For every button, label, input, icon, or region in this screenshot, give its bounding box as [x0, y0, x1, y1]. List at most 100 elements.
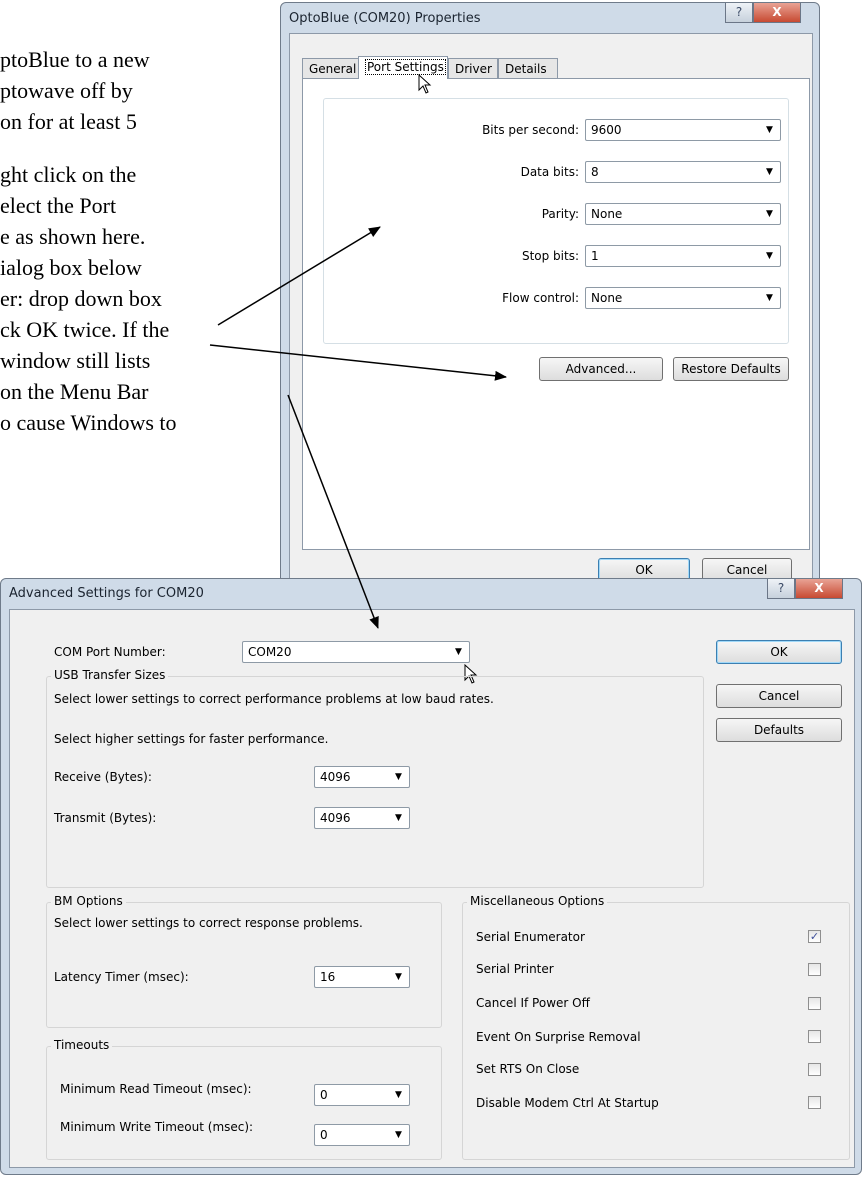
help-button[interactable]: ? — [725, 3, 753, 23]
latency-timer-label: Latency Timer (msec): — [54, 970, 189, 984]
min-write-timeout-dropdown[interactable]: 0 ▼ — [314, 1124, 410, 1146]
set-rts-on-close-checkbox[interactable] — [808, 1063, 821, 1076]
dropdown-value: 1 — [591, 249, 599, 263]
tab-label: Port Settings — [365, 59, 446, 75]
com-port-dropdown[interactable]: COM20 ▼ — [242, 641, 470, 663]
doc-line: window still lists — [0, 348, 151, 373]
cancel-button[interactable]: Cancel — [716, 684, 842, 708]
doc-line: ptowave off by — [0, 78, 133, 103]
close-button[interactable]: X — [795, 579, 843, 599]
receive-label: Receive (Bytes): — [54, 770, 152, 784]
cancel-if-power-off-label: Cancel If Power Off — [476, 996, 590, 1010]
advanced-client: COM Port Number: COM20 ▼ OK Cancel Defau… — [9, 609, 855, 1168]
doc-line: ptoBlue to a new — [0, 47, 150, 72]
timeouts-title: Timeouts — [51, 1038, 113, 1052]
dropdown-value: 9600 — [591, 123, 622, 137]
help-icon: ? — [777, 581, 785, 595]
doc-line: on the Menu Bar — [0, 379, 149, 404]
stop-bits-label: Stop bits: — [521, 249, 579, 263]
disable-modem-ctrl-checkbox[interactable] — [808, 1096, 821, 1109]
dropdown-value: 0 — [320, 1088, 328, 1102]
chevron-down-icon: ▼ — [395, 813, 402, 823]
ok-button[interactable]: OK — [716, 640, 842, 664]
serial-enumerator-checkbox[interactable]: ✓ — [808, 930, 821, 943]
bm-options-title: BM Options — [51, 894, 126, 908]
bits-per-second-dropdown[interactable]: 9600 ▼ — [585, 119, 781, 141]
serial-enumerator-label: Serial Enumerator — [476, 930, 585, 944]
advanced-button[interactable]: Advanced... — [539, 357, 663, 381]
tab-label: Driver — [455, 62, 492, 76]
help-button[interactable]: ? — [767, 579, 795, 599]
doc-line: er: drop down box — [0, 286, 162, 311]
window-title: Advanced Settings for COM20 — [9, 586, 204, 601]
chevron-down-icon: ▼ — [766, 209, 773, 219]
port-settings-page: Bits per second: 9600 ▼ Data bits: 8 ▼ P… — [302, 78, 810, 550]
chevron-down-icon: ▼ — [766, 125, 773, 135]
min-write-timeout-label: Minimum Write Timeout (msec): — [60, 1120, 254, 1134]
min-read-timeout-label: Minimum Read Timeout (msec): — [60, 1082, 252, 1096]
chevron-down-icon: ▼ — [766, 293, 773, 303]
min-read-timeout-dropdown[interactable]: 0 ▼ — [314, 1084, 410, 1106]
transmit-label: Transmit (Bytes): — [54, 811, 157, 825]
event-on-surprise-removal-checkbox[interactable] — [808, 1030, 821, 1043]
doc-line: ialog box below — [0, 255, 142, 280]
stop-bits-dropdown[interactable]: 1 ▼ — [585, 245, 781, 267]
chevron-down-icon: ▼ — [395, 972, 402, 982]
tab-label: Details — [505, 62, 547, 76]
chevron-down-icon: ▼ — [766, 167, 773, 177]
set-rts-on-close-label: Set RTS On Close — [476, 1062, 580, 1076]
tab-label: General — [309, 62, 357, 76]
dropdown-value: 16 — [320, 970, 336, 984]
properties-window: OptoBlue (COM20) Properties ? X General … — [280, 2, 820, 592]
doc-line: ck OK twice. If the — [0, 317, 170, 342]
document-text: ptoBlue to a new ptowave off by on for a… — [0, 44, 300, 438]
receive-dropdown[interactable]: 4096 ▼ — [314, 766, 410, 788]
close-icon: X — [772, 5, 782, 19]
cancel-if-power-off-checkbox[interactable] — [808, 997, 821, 1010]
close-icon: X — [814, 581, 824, 595]
bm-desc: Select lower settings to correct respons… — [54, 916, 363, 930]
properties-titlebar[interactable]: OptoBlue (COM20) Properties ? X — [281, 3, 819, 33]
misc-options-title: Miscellaneous Options — [467, 894, 608, 908]
usb-transfer-title: USB Transfer Sizes — [51, 668, 169, 682]
dropdown-value: COM20 — [248, 645, 292, 659]
help-icon: ? — [735, 5, 743, 19]
latency-timer-dropdown[interactable]: 16 ▼ — [314, 966, 410, 988]
defaults-button[interactable]: Defaults — [716, 718, 842, 742]
properties-client: General Port Settings Driver Details Bit… — [289, 33, 813, 587]
event-on-surprise-removal-label: Event On Surprise Removal — [476, 1030, 641, 1044]
tab-driver[interactable]: Driver — [448, 58, 498, 78]
dropdown-value: 4096 — [320, 811, 351, 825]
data-bits-dropdown[interactable]: 8 ▼ — [585, 161, 781, 183]
parity-dropdown[interactable]: None ▼ — [585, 203, 781, 225]
dropdown-value: 4096 — [320, 770, 351, 784]
serial-printer-checkbox[interactable] — [808, 963, 821, 976]
doc-line: e as shown here. — [0, 224, 146, 249]
chevron-down-icon: ▼ — [455, 647, 462, 657]
chevron-down-icon: ▼ — [395, 1090, 402, 1100]
disable-modem-ctrl-label: Disable Modem Ctrl At Startup — [476, 1096, 659, 1110]
transmit-dropdown[interactable]: 4096 ▼ — [314, 807, 410, 829]
mouse-pointer-icon — [418, 73, 432, 99]
doc-line-blank — [0, 137, 300, 159]
close-button[interactable]: X — [753, 3, 801, 23]
doc-line: ght click on the — [0, 162, 137, 187]
advanced-titlebar[interactable]: Advanced Settings for COM20 ? X — [1, 579, 861, 609]
usb-desc-higher: Select higher settings for faster perfor… — [54, 732, 329, 746]
doc-line: elect the Port — [0, 193, 117, 218]
tab-port-settings[interactable]: Port Settings — [358, 56, 448, 79]
dropdown-value: None — [591, 207, 623, 221]
dropdown-value: 0 — [320, 1128, 328, 1142]
advanced-settings-window: Advanced Settings for COM20 ? X COM Port… — [0, 578, 862, 1175]
flow-control-dropdown[interactable]: None ▼ — [585, 287, 781, 309]
restore-defaults-button[interactable]: Restore Defaults — [673, 357, 789, 381]
dropdown-value: None — [591, 291, 623, 305]
check-icon: ✓ — [809, 930, 820, 943]
dropdown-value: 8 — [591, 165, 599, 179]
doc-line: o cause Windows to — [0, 410, 177, 435]
bits-per-second-label: Bits per second: — [482, 123, 579, 137]
chevron-down-icon: ▼ — [395, 1130, 402, 1140]
tab-general[interactable]: General — [302, 58, 360, 78]
tab-details[interactable]: Details — [498, 58, 558, 78]
parity-label: Parity: — [541, 207, 579, 221]
